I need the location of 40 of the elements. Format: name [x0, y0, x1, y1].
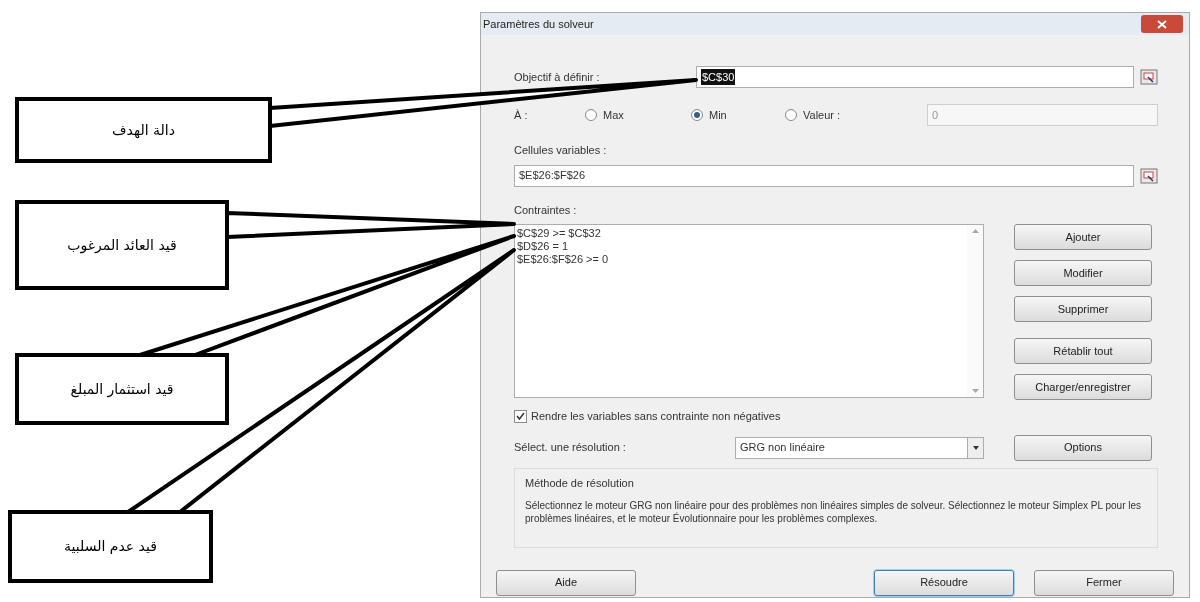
dialog-button[interactable]: Résoudre [874, 569, 1014, 596]
method-dropdown[interactable]: GRG non linéaire [735, 436, 984, 459]
group-title: Méthode de résolution [525, 475, 635, 491]
radio-label: Valeur : [803, 107, 841, 123]
options-button[interactable]: Options [1014, 434, 1152, 461]
constraint-item[interactable]: $D$26 = 1 [517, 240, 967, 253]
action-button[interactable]: Charger/enregistrer [1014, 374, 1152, 400]
range-select-icon[interactable] [1140, 167, 1158, 184]
constraint-item[interactable]: $C$29 >= $C$32 [517, 227, 967, 240]
variable-cells-field[interactable]: $E$26:$F$26 [514, 164, 1134, 187]
action-button[interactable]: Modifier [1014, 260, 1152, 286]
checkbox[interactable] [514, 409, 527, 423]
callout-box: قيد العائد المرغوب [15, 200, 229, 290]
method-description: Sélectionnez le moteur GRG non linéaire pour des problèmes non linéaires simples de solveur. Sélectionnez le moteur Simplex PL pour les problèmes linéaires, et le moteur Évolutionnaire pour les problèmes complexes. [525, 499, 1143, 525]
objective-label: Objectif à définir : [514, 69, 601, 85]
checkbox-label: Rendre les variables sans contrainte non négatives [531, 409, 781, 424]
radio-label: Max [603, 107, 624, 123]
constraints-list[interactable]: $C$29 >= $C$32 $D$26 = 1 $E$26:$F$26 >= 0 [514, 224, 984, 398]
window-title: Paramètres du solveur [483, 16, 594, 32]
callout-box: دالة الهدف [15, 97, 272, 163]
callout-box: قيد استثمار المبلغ [15, 353, 229, 425]
action-button[interactable]: Rétablir tout [1014, 338, 1152, 364]
action-button[interactable]: Ajouter [1014, 224, 1152, 250]
radio-label: Min [709, 107, 727, 123]
to-label: À : [514, 107, 529, 123]
method-label: Sélect. une résolution : [514, 440, 627, 456]
constraints-label: Contraintes : [514, 202, 578, 218]
radio-button[interactable] [691, 109, 703, 121]
dialog-button[interactable]: Aide [496, 569, 636, 596]
range-select-icon[interactable] [1140, 69, 1158, 85]
constraint-item[interactable]: $E$26:$F$26 >= 0 [517, 253, 967, 266]
variable-cells-label: Cellules variables : [514, 143, 608, 158]
radio-button[interactable] [785, 109, 797, 121]
objective-field[interactable]: $C$30 [696, 66, 1134, 88]
close-button[interactable] [1141, 15, 1183, 33]
close-icon [1157, 19, 1167, 29]
radio-button[interactable] [585, 109, 597, 121]
dialog-button[interactable]: Fermer [1034, 569, 1174, 596]
action-button[interactable]: Supprimer [1014, 296, 1152, 322]
callout-box: قيد عدم السلبية [8, 510, 213, 583]
